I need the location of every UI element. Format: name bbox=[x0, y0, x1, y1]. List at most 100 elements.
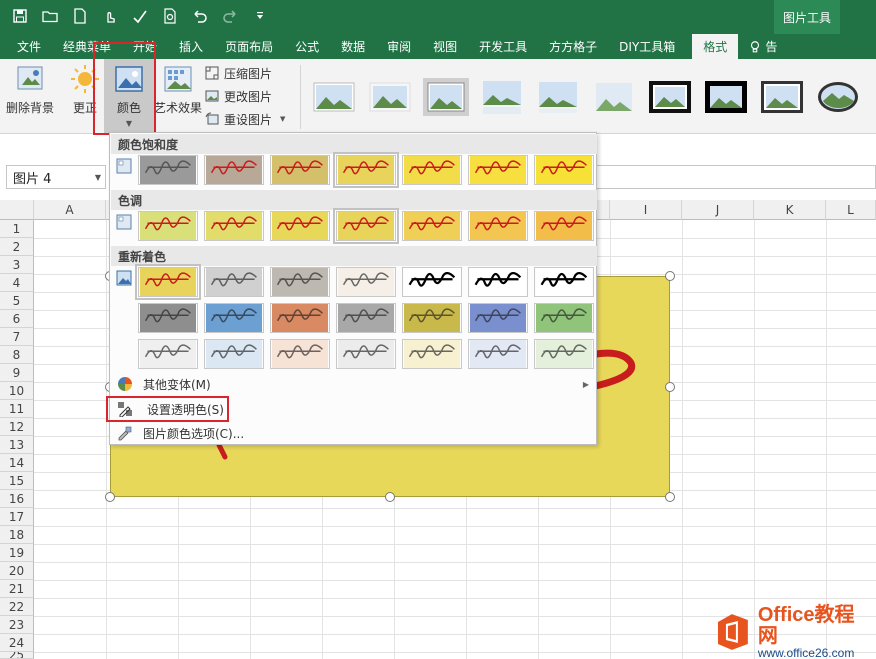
tab-file[interactable]: 文件 bbox=[6, 34, 52, 59]
resize-handle[interactable] bbox=[105, 492, 115, 502]
picture-style-shadow-rectangle[interactable] bbox=[423, 77, 469, 117]
recolor-option[interactable] bbox=[204, 267, 264, 297]
column-header[interactable]: I bbox=[610, 200, 682, 220]
recolor-option[interactable] bbox=[534, 339, 594, 369]
corrections-button[interactable]: 更正 bbox=[62, 63, 108, 129]
saturation-option[interactable] bbox=[204, 155, 264, 185]
tone-option[interactable] bbox=[402, 211, 462, 241]
tab-page-layout[interactable]: 页面布局 bbox=[214, 34, 284, 59]
row-header[interactable]: 14 bbox=[0, 454, 34, 472]
row-header[interactable]: 17 bbox=[0, 508, 34, 526]
row-header[interactable]: 21 bbox=[0, 580, 34, 598]
tell-me-search[interactable]: 告 bbox=[738, 34, 788, 59]
resize-handle[interactable] bbox=[665, 271, 675, 281]
recolor-option[interactable] bbox=[270, 303, 330, 333]
column-header[interactable]: K bbox=[754, 200, 826, 220]
touch-mode-icon[interactable] bbox=[98, 4, 122, 28]
tab-review[interactable]: 审阅 bbox=[376, 34, 422, 59]
row-header[interactable]: 22 bbox=[0, 598, 34, 616]
picture-style-simple-frame[interactable] bbox=[311, 77, 357, 117]
remove-background-button[interactable]: 删除背景 bbox=[4, 63, 56, 129]
picture-style-soft-edge[interactable] bbox=[367, 77, 413, 117]
resize-handle[interactable] bbox=[665, 382, 675, 392]
tone-option[interactable] bbox=[138, 211, 198, 241]
recolor-option[interactable] bbox=[468, 303, 528, 333]
tab-diy-toolbox[interactable]: DIY工具箱 bbox=[608, 34, 686, 59]
recolor-option[interactable] bbox=[336, 303, 396, 333]
recolor-option[interactable] bbox=[468, 339, 528, 369]
picture-style-black-frame[interactable] bbox=[647, 77, 693, 117]
recolor-option[interactable] bbox=[336, 267, 396, 297]
picture-style-oval[interactable] bbox=[815, 77, 861, 117]
tab-insert[interactable]: 插入 bbox=[168, 34, 214, 59]
column-header[interactable]: J bbox=[682, 200, 754, 220]
saturation-option[interactable] bbox=[138, 155, 198, 185]
resize-handle[interactable] bbox=[665, 492, 675, 502]
print-preview-icon[interactable] bbox=[158, 4, 182, 28]
row-header[interactable]: 9 bbox=[0, 364, 34, 382]
column-header[interactable]: L bbox=[826, 200, 876, 220]
picture-style-glow[interactable] bbox=[591, 77, 637, 117]
tab-developer[interactable]: 开发工具 bbox=[468, 34, 538, 59]
row-header[interactable]: 1 bbox=[0, 220, 34, 238]
spell-check-icon[interactable] bbox=[128, 4, 152, 28]
row-header[interactable]: 19 bbox=[0, 544, 34, 562]
recolor-option[interactable] bbox=[402, 267, 462, 297]
tone-option[interactable] bbox=[534, 211, 594, 241]
row-header[interactable]: 2 bbox=[0, 238, 34, 256]
picture-color-options-item[interactable]: 图片颜色选项(C)... bbox=[111, 422, 597, 444]
saturation-option[interactable] bbox=[270, 155, 330, 185]
recolor-option[interactable] bbox=[204, 303, 264, 333]
open-folder-icon[interactable] bbox=[38, 4, 62, 28]
row-header[interactable]: 18 bbox=[0, 526, 34, 544]
tab-data[interactable]: 数据 bbox=[330, 34, 376, 59]
tone-option[interactable] bbox=[468, 211, 528, 241]
picture-style-thick-black-frame[interactable] bbox=[703, 77, 749, 117]
select-all-corner[interactable] bbox=[0, 200, 34, 220]
row-header[interactable]: 4 bbox=[0, 274, 34, 292]
save-icon[interactable] bbox=[8, 4, 32, 28]
picture-style-reflected[interactable] bbox=[479, 77, 525, 117]
tab-home[interactable]: 开始 bbox=[122, 34, 168, 59]
row-header[interactable]: 7 bbox=[0, 328, 34, 346]
tab-fangfang[interactable]: 方方格子 bbox=[538, 34, 608, 59]
saturation-option[interactable] bbox=[534, 155, 594, 185]
more-variations-item[interactable]: 其他变体(M) ▶ bbox=[111, 373, 597, 395]
resize-handle[interactable] bbox=[385, 492, 395, 502]
tab-view[interactable]: 视图 bbox=[422, 34, 468, 59]
recolor-option[interactable] bbox=[402, 303, 462, 333]
row-header[interactable]: 6 bbox=[0, 310, 34, 328]
row-header[interactable]: 13 bbox=[0, 436, 34, 454]
saturation-option[interactable] bbox=[333, 152, 399, 188]
row-header[interactable]: 12 bbox=[0, 418, 34, 436]
redo-icon[interactable] bbox=[218, 4, 242, 28]
row-header[interactable]: 23 bbox=[0, 616, 34, 634]
change-picture-button[interactable]: 更改图片 bbox=[204, 86, 272, 106]
undo-icon[interactable] bbox=[188, 4, 212, 28]
name-box[interactable]: 图片 4 ▼ bbox=[6, 165, 106, 189]
row-header[interactable]: 11 bbox=[0, 400, 34, 418]
recolor-option[interactable] bbox=[138, 303, 198, 333]
recolor-option[interactable] bbox=[270, 267, 330, 297]
tone-option[interactable] bbox=[204, 211, 264, 241]
artistic-effects-button[interactable]: 艺术效果 bbox=[152, 63, 204, 129]
recolor-option[interactable] bbox=[270, 339, 330, 369]
tab-format[interactable]: 格式 bbox=[692, 34, 739, 59]
new-file-icon[interactable] bbox=[68, 4, 92, 28]
column-header[interactable]: A bbox=[34, 200, 106, 220]
color-button[interactable]: 颜色 ▼ bbox=[104, 59, 154, 134]
compress-pictures-button[interactable]: 压缩图片 bbox=[204, 63, 272, 83]
tone-option[interactable] bbox=[333, 208, 399, 244]
recolor-option[interactable] bbox=[138, 339, 198, 369]
recolor-option[interactable] bbox=[135, 264, 201, 300]
row-header[interactable]: 3 bbox=[0, 256, 34, 274]
row-header[interactable]: 20 bbox=[0, 562, 34, 580]
recolor-option[interactable] bbox=[468, 267, 528, 297]
tone-option[interactable] bbox=[270, 211, 330, 241]
picture-style-metal-frame[interactable] bbox=[759, 77, 805, 117]
row-header[interactable]: 24 bbox=[0, 634, 34, 652]
customize-qat-icon[interactable] bbox=[248, 4, 272, 28]
row-header[interactable]: 10 bbox=[0, 382, 34, 400]
row-header[interactable]: 5 bbox=[0, 292, 34, 310]
set-transparent-color-item[interactable]: 设置透明色(S) bbox=[111, 398, 597, 420]
